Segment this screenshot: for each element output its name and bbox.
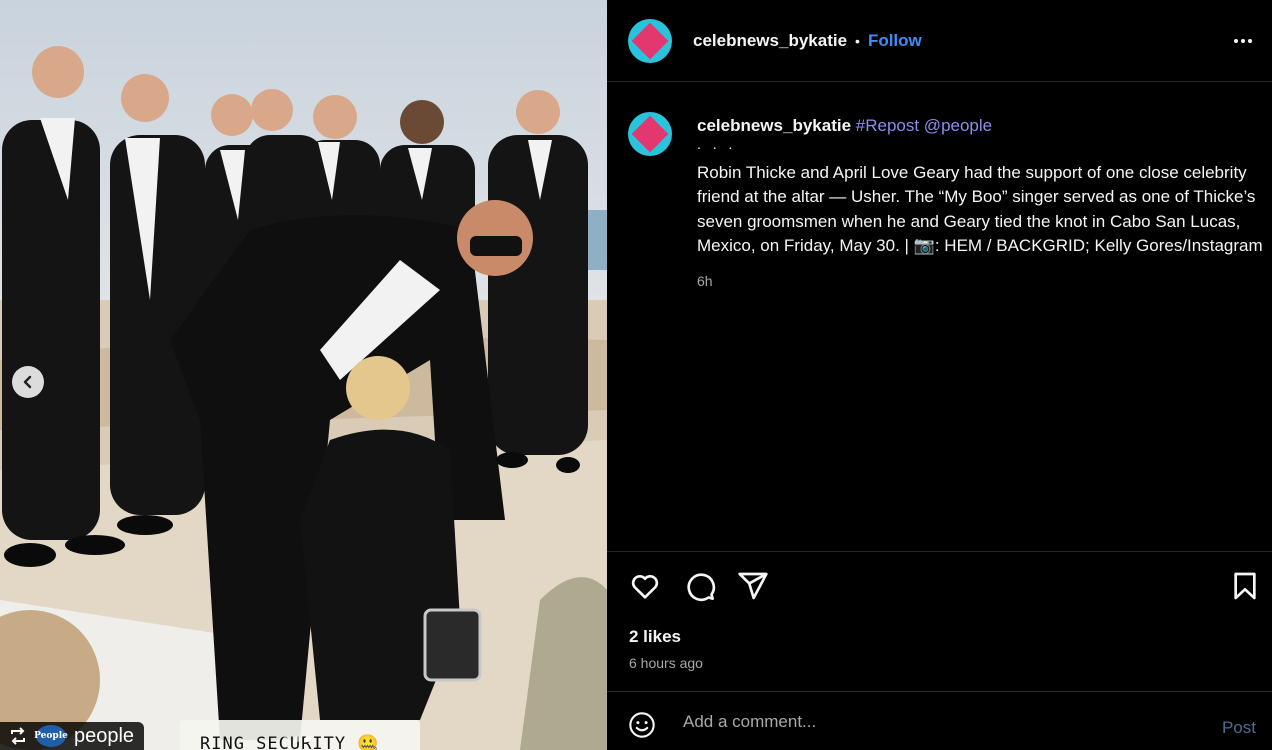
carousel-dot-active: [305, 736, 311, 742]
author-username[interactable]: celebnews_bykatie: [693, 31, 847, 51]
comment-composer: Post: [607, 692, 1272, 750]
header-separator: •: [855, 32, 860, 49]
emoji-icon[interactable]: [628, 711, 656, 739]
post-actions: [629, 570, 1259, 604]
post-details-panel: celebnews_bykatie • Follow celebnews_byk…: [607, 0, 1272, 750]
divider: [607, 551, 1272, 552]
caption-text-block: celebnews_bykatie #Repost @people . . . …: [697, 114, 1263, 293]
more-options-button[interactable]: [1230, 28, 1256, 54]
more-icon: [1234, 39, 1252, 43]
heart-icon[interactable]: [629, 570, 661, 602]
caption-username[interactable]: celebnews_bykatie: [697, 116, 851, 135]
bookmark-icon[interactable]: [1229, 570, 1261, 602]
share-icon[interactable]: [737, 570, 769, 602]
follow-button[interactable]: Follow: [868, 31, 922, 51]
wedding-photo: [0, 0, 607, 750]
repost-attribution[interactable]: People people: [0, 722, 145, 750]
caption-dots: . . .: [697, 135, 737, 152]
people-logo: People: [34, 725, 68, 747]
chevron-left-icon: [23, 375, 32, 389]
post-header: celebnews_bykatie • Follow: [607, 0, 1272, 82]
comment-icon[interactable]: [684, 570, 716, 602]
video-caption-overlay: RING SECURITY 🤐: [180, 720, 420, 750]
carousel-indicator: [283, 736, 311, 742]
author-avatar[interactable]: [628, 18, 672, 63]
post-media[interactable]: People people RING SECURITY 🤐: [0, 0, 607, 750]
caption-repost-tag[interactable]: #Repost @people: [856, 116, 992, 135]
carousel-dot: [283, 736, 289, 742]
carousel-dot: [294, 736, 300, 742]
likes-count[interactable]: 2 likes: [629, 627, 681, 647]
post-comment-button[interactable]: Post: [1222, 718, 1256, 738]
carousel-prev-button[interactable]: [12, 366, 44, 398]
post-timestamp[interactable]: 6 hours ago: [629, 655, 703, 671]
repost-source-name: people: [74, 724, 135, 747]
caption-author-avatar[interactable]: [628, 112, 672, 156]
repost-icon: [11, 727, 25, 745]
caption-timestamp[interactable]: 6h: [697, 269, 1263, 294]
caption-body: Robin Thicke and April Love Geary had th…: [697, 162, 1263, 256]
comment-input[interactable]: [683, 709, 1163, 735]
